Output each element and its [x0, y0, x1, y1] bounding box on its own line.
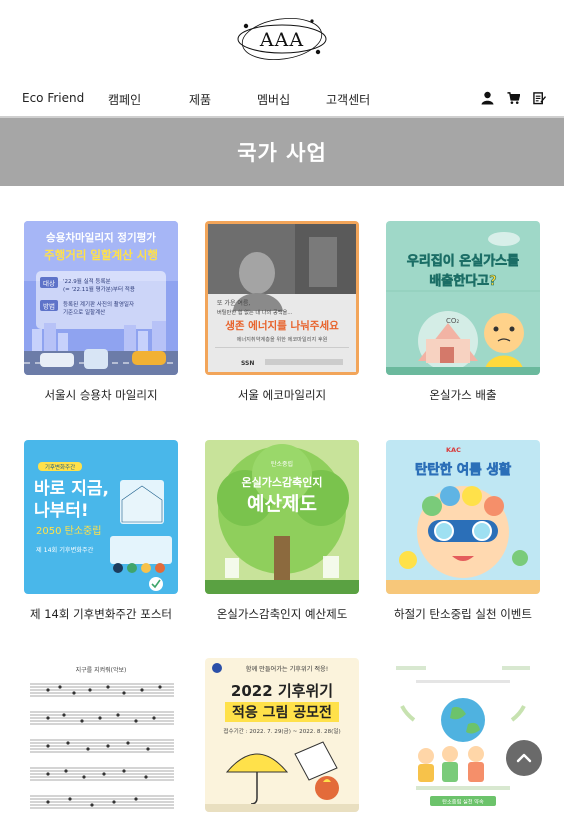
svg-text:에너지취약계층을 위한 에코마일리지 후원: 에너지취약계층을 위한 에코마일리지 후원	[237, 335, 328, 343]
page-title: 국가 사업	[237, 141, 327, 165]
svg-text:생존 에너지를 나눠주세요: 생존 에너지를 나눠주세요	[225, 319, 339, 332]
svg-text:또 가운 여름,: 또 가운 여름,	[217, 299, 250, 307]
earth-kids-poster-image: 탄소중립 실천 약속	[386, 658, 540, 812]
card-thumbnail[interactable]: 탄소중립 실천 약속	[386, 658, 540, 812]
user-icon[interactable]	[481, 91, 494, 105]
card-caption[interactable]: 제 14회 기후변화주간 포스터	[12, 606, 190, 622]
product-card[interactable]: 함께 만들어가는 기후위기 적응! 2022 기후위기 적응 그림 공모전 접수…	[205, 658, 359, 812]
svg-text:CO₂: CO₂	[446, 317, 459, 325]
product-card[interactable]: 승용차마일리지 정기평가 주행거리 일할계산 시행 대상 '22.9월 실적 등…	[24, 221, 178, 402]
product-card[interactable]: 탄소중립 온실가스감축인지 예산제도 온실가스감축인지 예산제도	[205, 440, 359, 621]
svg-text:기준으로 일할계산: 기준으로 일할계산	[63, 308, 105, 316]
card-caption[interactable]: 하절기 탄소중립 실천 이벤트	[374, 606, 552, 622]
mileage-poster-image: 승용차마일리지 정기평가 주행거리 일할계산 시행 대상 '22.9월 실적 등…	[24, 221, 178, 375]
chevron-up-icon	[516, 753, 532, 763]
card-thumbnail[interactable]: 또 가운 여름, 버틸만한 힘 없는 내 나의 공백을… 생존 에너지를 나눠주…	[205, 221, 359, 375]
product-card[interactable]: KAC 탄탄한 여름 생활 하절기 탄소중립 실천 이벤트	[386, 440, 540, 621]
svg-text:(= '22.11월 평가분)부터 적용: (= '22.11월 평가분)부터 적용	[63, 285, 135, 293]
svg-text:예산제도: 예산제도	[247, 493, 317, 515]
card-thumbnail[interactable]: KAC 탄탄한 여름 생활	[386, 440, 540, 594]
svg-text:탄탄한 여름 생활: 탄탄한 여름 생활	[415, 461, 512, 478]
svg-text:나부터!: 나부터!	[34, 501, 89, 521]
nav-item-eco-friend[interactable]: Eco Friend	[22, 91, 84, 105]
nav-item-products[interactable]: 제품	[189, 91, 211, 108]
svg-text:지구를 지켜줘(악보): 지구를 지켜줘(악보)	[76, 666, 127, 674]
svg-text:'22.9월 실적 등록분: '22.9월 실적 등록분	[63, 277, 111, 285]
card-caption[interactable]: 서울시 승용차 마일리지	[12, 387, 190, 403]
logo-text: AAA	[259, 29, 305, 51]
scroll-top-button[interactable]	[506, 740, 542, 776]
card-thumbnail[interactable]: 지구를 지켜줘(악보)	[24, 658, 178, 812]
card-caption[interactable]: 온실가스 배출	[374, 387, 552, 403]
card-caption[interactable]: 서울 에코마일리지	[193, 387, 371, 403]
page-banner: 국가 사업	[0, 118, 564, 186]
product-card[interactable]: 또 가운 여름, 버틸만한 힘 없는 내 나의 공백을… 생존 에너지를 나눠주…	[205, 221, 359, 402]
site-header: AAA	[0, 0, 564, 80]
product-card[interactable]: 지구를 지켜줘(악보)	[24, 658, 178, 812]
product-card[interactable]: 기후변화주간 바로 지금, 나부터! 2050 탄소중립 제 14회 기후변화주…	[24, 440, 178, 621]
carbon-budget-poster-image: 탄소중립 온실가스감축인지 예산제도	[205, 440, 359, 594]
svg-text:탄소중립: 탄소중립	[271, 460, 293, 468]
nav-item-campaign[interactable]: 캠페인	[108, 91, 141, 108]
eco-mileage-poster-image: 또 가운 여름, 버틸만한 힘 없는 내 나의 공백을… 생존 에너지를 나눠주…	[205, 221, 359, 375]
order-icon[interactable]	[533, 91, 546, 105]
brand-logo[interactable]: AAA	[234, 12, 330, 66]
drawing-contest-poster-image: 함께 만들어가는 기후위기 적응! 2022 기후위기 적응 그림 공모전 접수…	[205, 658, 359, 812]
main-nav: Eco Friend 캠페인 제품 멤버십 고객센터	[0, 82, 564, 116]
svg-text:제 14회 기후변화주간: 제 14회 기후변화주간	[36, 546, 94, 554]
card-thumbnail[interactable]: 우리집이 온실가스를 배출한다고? CO₂	[386, 221, 540, 375]
svg-text:2022 기후위기: 2022 기후위기	[231, 682, 333, 700]
svg-text:접수기간 : 2022. 7. 29(금) ~ 2022.: 접수기간 : 2022. 7. 29(금) ~ 2022. 8. 28(일)	[223, 727, 340, 735]
card-thumbnail[interactable]: 승용차마일리지 정기평가 주행거리 일할계산 시행 대상 '22.9월 실적 등…	[24, 221, 178, 375]
card-thumbnail[interactable]: 탄소중립 온실가스감축인지 예산제도	[205, 440, 359, 594]
svg-text:우리집이 온실가스를: 우리집이 온실가스를	[407, 253, 519, 269]
svg-text:주행거리 일할계산 시행: 주행거리 일할계산 시행	[44, 248, 158, 262]
card-caption[interactable]: 온실가스감축인지 예산제도	[193, 606, 371, 622]
card-thumbnail[interactable]: 기후변화주간 바로 지금, 나부터! 2050 탄소중립 제 14회 기후변화주…	[24, 440, 178, 594]
svg-text:함께 만들어가는 기후위기 적응!: 함께 만들어가는 기후위기 적응!	[246, 665, 328, 673]
card-thumbnail[interactable]: 함께 만들어가는 기후위기 적응! 2022 기후위기 적응 그림 공모전 접수…	[205, 658, 359, 812]
summer-event-poster-image: KAC 탄탄한 여름 생활	[386, 440, 540, 594]
climate-week-poster-image: 기후변화주간 바로 지금, 나부터! 2050 탄소중립 제 14회 기후변화주…	[24, 440, 178, 594]
svg-text:2050 탄소중립: 2050 탄소중립	[36, 524, 101, 537]
svg-text:적응 그림 공모전: 적응 그림 공모전	[232, 704, 332, 721]
sheet-music-image: 지구를 지켜줘(악보)	[24, 658, 178, 812]
svg-text:대상: 대상	[43, 279, 55, 288]
svg-text:승용차마일리지 정기평가: 승용차마일리지 정기평가	[46, 231, 156, 244]
svg-text:버틸만한 힘 없는 내 나의 공백을…: 버틸만한 힘 없는 내 나의 공백을…	[217, 308, 292, 316]
product-card[interactable]: 우리집이 온실가스를 배출한다고? CO₂ 온실가스 배출	[386, 221, 540, 402]
svg-text:등록된 계기판 사진의 촬영일자: 등록된 계기판 사진의 촬영일자	[63, 300, 134, 308]
svg-text:기후변화주간: 기후변화주간	[45, 463, 75, 471]
svg-text:배출한다고?: 배출한다고?	[429, 273, 496, 289]
svg-text:바로 지금,: 바로 지금,	[34, 479, 109, 499]
cart-icon[interactable]	[507, 91, 520, 105]
svg-text:온실가스감축인지: 온실가스감축인지	[242, 475, 323, 489]
nav-item-membership[interactable]: 멤버십	[257, 91, 290, 108]
svg-text:SSN: SSN	[241, 360, 254, 367]
greenhouse-gas-poster-image: 우리집이 온실가스를 배출한다고? CO₂	[386, 221, 540, 375]
product-card[interactable]: 탄소중립 실천 약속	[386, 658, 540, 812]
svg-text:방법: 방법	[43, 302, 55, 311]
nav-item-customer-center[interactable]: 고객센터	[326, 91, 370, 108]
svg-text:탄소중립 실천 약속: 탄소중립 실천 약속	[442, 798, 484, 806]
svg-text:KAC: KAC	[446, 446, 461, 454]
